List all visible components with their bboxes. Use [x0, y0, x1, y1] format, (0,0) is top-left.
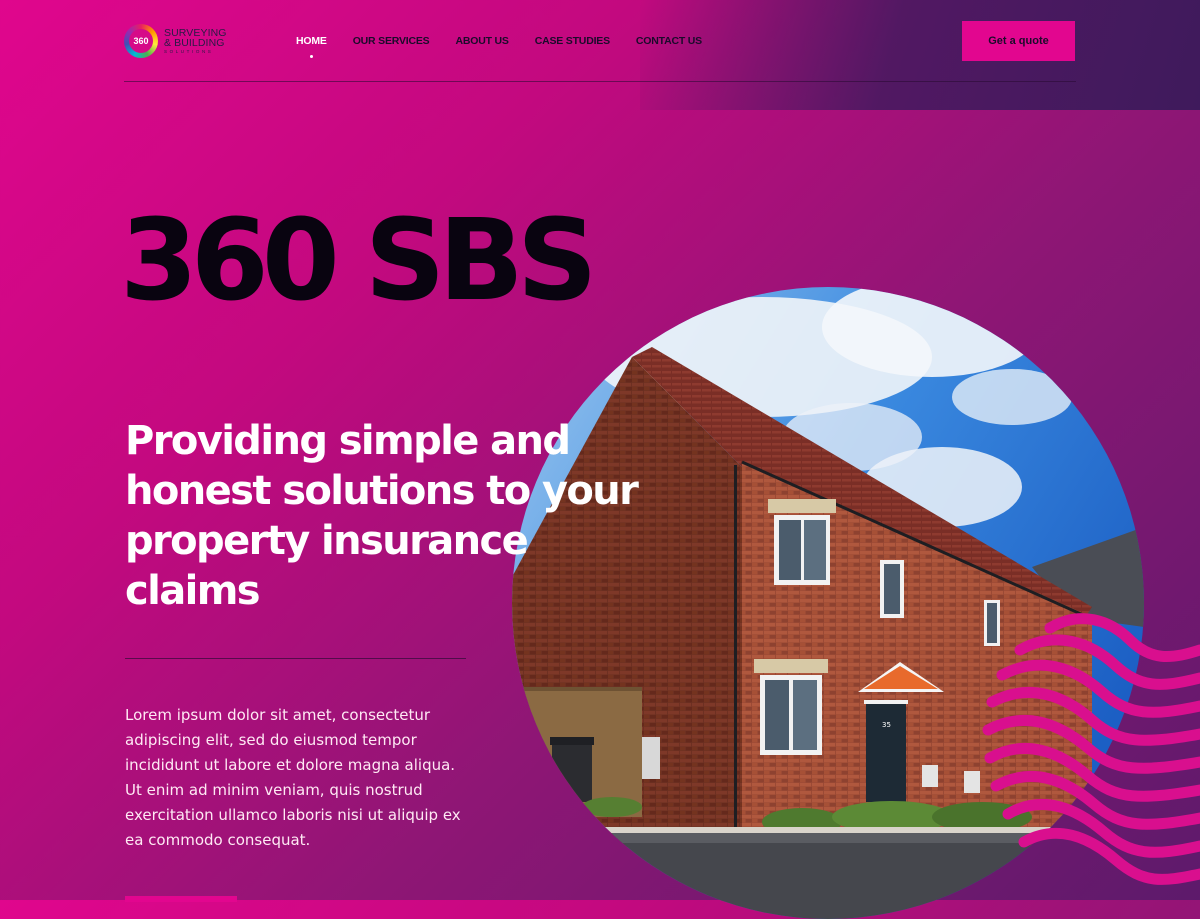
logo-wordmark: SURVEYING & BUILDING SOLUTIONS — [164, 28, 227, 55]
svg-text:35: 35 — [882, 721, 891, 729]
nav-item-contact-us[interactable]: CONTACT US — [636, 35, 702, 47]
logo-line-3: SOLUTIONS — [164, 48, 214, 54]
nav-item-home[interactable]: HOME — [296, 35, 327, 58]
decorative-waves — [982, 613, 1200, 885]
logo-mark-text: 360 — [129, 29, 153, 53]
nav-item-label: OUR SERVICES — [352, 35, 430, 47]
active-indicator-dot — [310, 55, 314, 58]
header-divider — [124, 81, 1076, 82]
nav-item-label: CASE STUDIES — [534, 35, 610, 47]
nav-item-case-studies[interactable]: CASE STUDIES — [535, 35, 610, 47]
get-a-quote-button[interactable]: Get a quote — [962, 21, 1075, 61]
logo-line-2: & BUILDING — [164, 37, 225, 50]
hero-subtitle: Providing simple and honest solutions to… — [125, 418, 639, 614]
nav-item-label: CONTACT US — [635, 35, 702, 47]
hero-title: 360 SBS — [120, 196, 597, 326]
site-logo[interactable]: 360 SURVEYING & BUILDING SOLUTIONS — [124, 24, 227, 58]
nav-item-label: ABOUT US — [455, 35, 509, 47]
nav-item-about-us[interactable]: ABOUT US — [455, 35, 508, 47]
content-divider — [125, 658, 466, 659]
nav-item-label: HOME — [296, 35, 327, 47]
site-header: 360 SURVEYING & BUILDING SOLUTIONS HOME … — [0, 0, 1200, 82]
main-nav: HOME OUR SERVICES ABOUT US CASE STUDIES … — [296, 35, 728, 58]
logo-ring-icon: 360 — [124, 24, 158, 58]
hero-body-text: Lorem ipsum dolor sit amet, consectetur … — [125, 706, 461, 849]
hero-button-edge[interactable] — [125, 896, 237, 902]
nav-item-our-services[interactable]: OUR SERVICES — [353, 35, 430, 47]
